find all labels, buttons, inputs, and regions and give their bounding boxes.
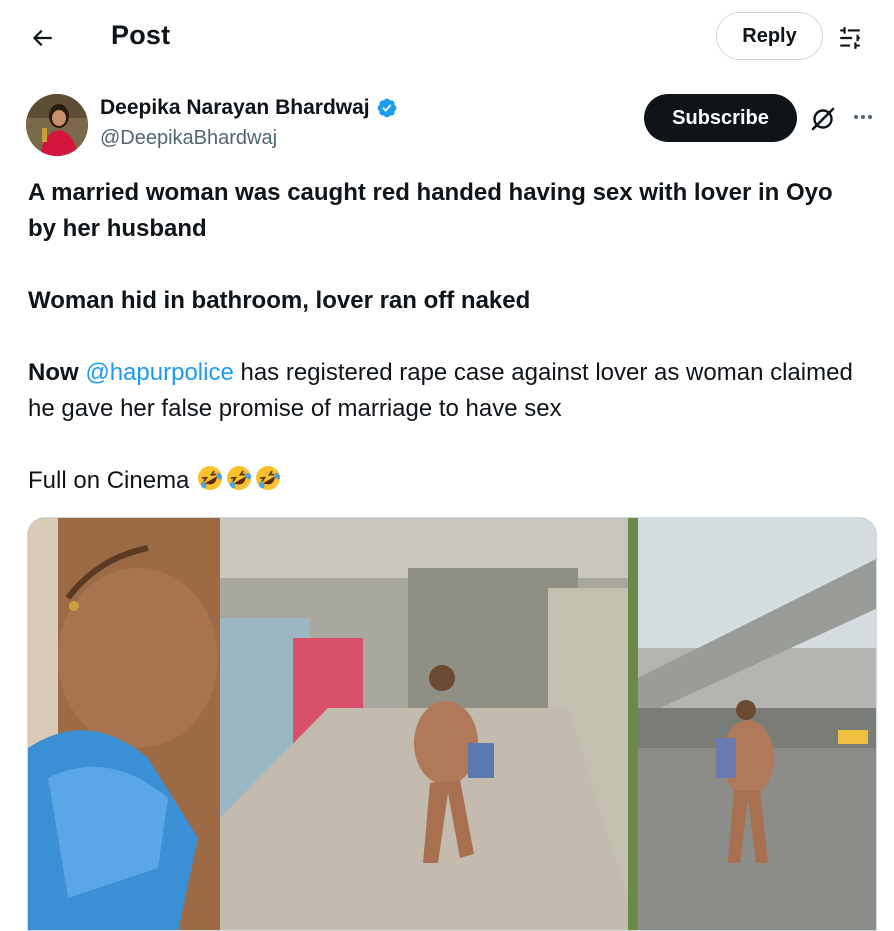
post-blank-line <box>28 247 858 283</box>
more-icon <box>854 115 872 119</box>
rolling-on-floor-laughing-emoji <box>227 466 252 490</box>
avatar[interactable] <box>26 94 88 156</box>
subscribe-button[interactable]: Subscribe <box>644 94 797 142</box>
more-options-button[interactable] <box>848 102 878 132</box>
post-line-fourth-text: Full on Cinema <box>28 467 190 494</box>
post-line-third: Now @hapurpolice has registered rape cas… <box>28 355 858 427</box>
author-handle[interactable]: @DeepikaBhardwaj <box>100 127 277 150</box>
post-line-fourth: Full on Cinema <box>28 463 858 499</box>
header-bar: Post Reply <box>0 0 894 74</box>
rolling-on-floor-laughing-emoji <box>256 466 281 490</box>
sliders-icon <box>840 27 860 49</box>
author-name[interactable]: Deepika Narayan Bhardwaj <box>100 96 398 120</box>
post-line-headline: A married woman was caught red handed ha… <box>28 179 833 242</box>
mention-link[interactable]: @hapurpolice <box>85 359 233 386</box>
page-title: Post <box>111 20 171 50</box>
back-button[interactable] <box>22 18 62 58</box>
grok-button[interactable] <box>806 102 840 136</box>
post-text: A married woman was caught red handed ha… <box>28 175 858 499</box>
arrow-left-icon <box>32 29 52 47</box>
verified-badge-icon <box>377 98 397 118</box>
post-blank-line <box>28 427 858 463</box>
post-blank-line <box>28 319 858 355</box>
filter-button[interactable] <box>832 20 868 56</box>
author-name-text[interactable]: Deepika Narayan Bhardwaj <box>100 96 370 120</box>
grok-icon <box>811 107 835 131</box>
post-media-image[interactable] <box>27 517 877 931</box>
rolling-on-floor-laughing-emoji <box>198 466 223 490</box>
post-line-third-lead: Now <box>28 359 79 386</box>
post-line-second: Woman hid in bathroom, lover ran off nak… <box>28 287 531 314</box>
reply-button[interactable]: Reply <box>716 12 823 60</box>
